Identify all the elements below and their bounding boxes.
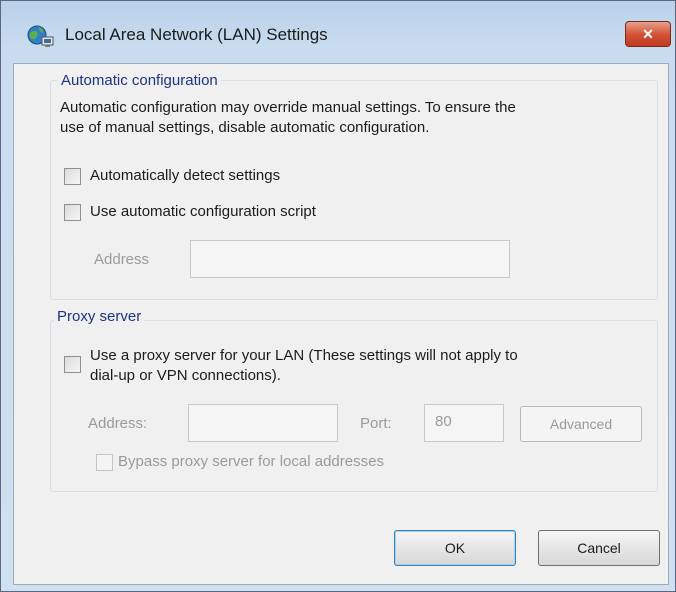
bypass-local-label[interactable]: Bypass proxy server for local addresses — [118, 452, 384, 472]
script-address-input[interactable] — [190, 240, 510, 278]
use-proxy-checkbox[interactable] — [64, 356, 81, 373]
proxy-address-label: Address: — [88, 415, 148, 432]
use-proxy-label[interactable]: Use a proxy server for your LAN (These s… — [90, 346, 650, 386]
bypass-local-checkbox[interactable] — [96, 454, 113, 471]
title-bar[interactable]: Local Area Network (LAN) Settings ✕ — [1, 1, 675, 63]
advanced-button[interactable]: Advanced — [520, 406, 642, 442]
auto-config-script-label[interactable]: Use automatic configuration script — [90, 202, 316, 222]
proxy-port-label: Port: — [360, 415, 392, 432]
auto-config-description-line1: Automatic configuration may override man… — [60, 99, 516, 116]
ok-button[interactable]: OK — [394, 530, 516, 566]
network-globe-icon — [27, 23, 55, 49]
auto-detect-checkbox[interactable] — [64, 168, 81, 185]
dialog-body: Automatic configuration Automatic config… — [13, 63, 669, 585]
close-icon: ✕ — [642, 25, 654, 42]
lan-settings-window: Local Area Network (LAN) Settings ✕ Auto… — [0, 0, 676, 592]
proxy-port-input[interactable]: 80 — [424, 404, 504, 442]
auto-config-script-checkbox[interactable] — [64, 204, 81, 221]
use-proxy-label-line1: Use a proxy server for your LAN (These s… — [90, 347, 518, 364]
script-address-label: Address — [94, 251, 150, 268]
close-button[interactable]: ✕ — [625, 21, 671, 47]
proxy-server-label: Proxy server — [54, 308, 145, 325]
proxy-address-input[interactable] — [188, 404, 338, 442]
auto-detect-label[interactable]: Automatically detect settings — [90, 166, 280, 186]
auto-config-description: Automatic configuration may override man… — [60, 98, 660, 138]
cancel-button[interactable]: Cancel — [538, 530, 660, 566]
window-title: Local Area Network (LAN) Settings — [65, 25, 328, 44]
use-proxy-label-line2: dial-up or VPN connections). — [90, 367, 281, 384]
automatic-configuration-label: Automatic configuration — [58, 72, 221, 89]
auto-config-description-line2: use of manual settings, disable automati… — [60, 119, 430, 136]
